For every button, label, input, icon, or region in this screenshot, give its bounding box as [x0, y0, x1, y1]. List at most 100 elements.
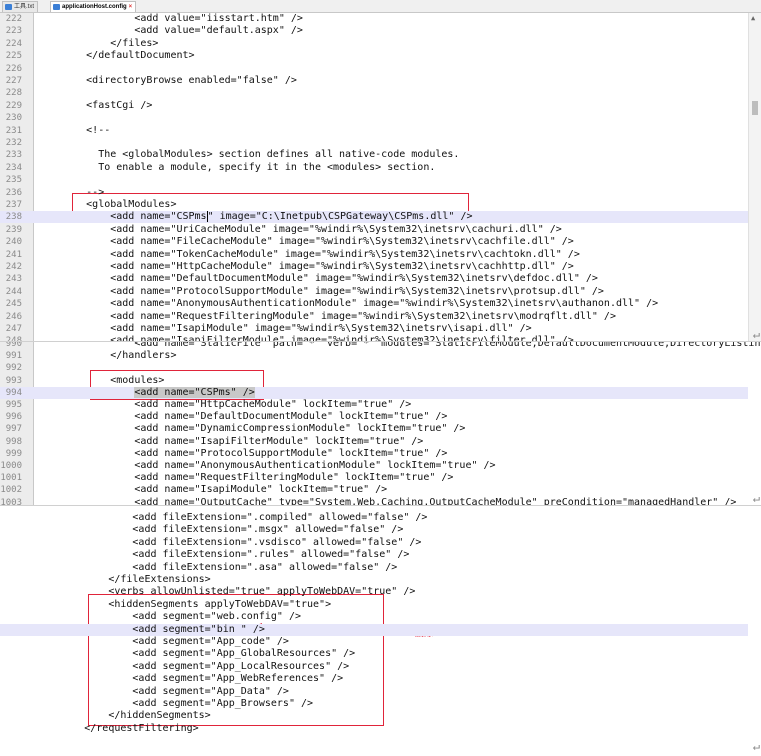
tab-applicationhost-config[interactable]: applicationHost.config ×	[50, 1, 137, 12]
code-line[interactable]: 1002 <add name="IsapiModule" lockItem="t…	[0, 484, 748, 496]
code-line[interactable]: <hiddenSegments applyToWebDAV="true">	[0, 599, 748, 611]
code-text: -->	[38, 186, 105, 198]
line-number: 1002	[0, 485, 22, 496]
code-line[interactable]: 995 <add name="HttpCacheModule" lockItem…	[0, 399, 748, 411]
code-line[interactable]: <add fileExtension=".asa" allowed="false…	[0, 562, 748, 574]
code-line[interactable]: <add segment="App_GlobalResources" />	[0, 648, 748, 660]
tab-tools-txt[interactable]: 工具.txt	[2, 1, 39, 12]
code-line[interactable]: 991 </handlers>	[0, 350, 748, 362]
code-line[interactable]: <add segment="bin " />	[0, 623, 748, 636]
code-line[interactable]: 223 <add value="default.aspx" />	[0, 25, 748, 37]
code-text: <hiddenSegments applyToWebDAV="true">	[12, 598, 332, 610]
code-line[interactable]: 226	[0, 63, 748, 75]
code-line[interactable]: 999 <add name="ProtocolSupportModule" lo…	[0, 448, 748, 460]
line-number: 236	[5, 187, 22, 198]
code-text: <add name="ProtocolSupportModule" image=…	[38, 285, 604, 297]
code-line[interactable]: 235	[0, 174, 748, 186]
code-line[interactable]: 993 <modules>	[0, 375, 748, 387]
code-line[interactable]: 227 <directoryBrowse enabled="false" />	[0, 75, 748, 87]
code-line[interactable]: 1003 <add name="OutputCache" type="Syste…	[0, 497, 748, 505]
code-line[interactable]: 241 <add name="TokenCacheModule" image="…	[0, 249, 748, 261]
code-text: <modules>	[38, 374, 165, 386]
code-line[interactable]: 245 <add name="AnonymousAuthenticationMo…	[0, 298, 748, 310]
code-text: <fastCgi />	[38, 99, 153, 111]
code-line[interactable]: <add segment="App_Data" />	[0, 686, 748, 698]
code-line[interactable]: 994 <add name="CSPms" />	[0, 386, 748, 399]
line-number: 237	[5, 200, 22, 210]
code-line[interactable]: 224 </files>	[0, 38, 748, 50]
code-line[interactable]: <verbs allowUnlisted="true" applyToWebDA…	[0, 586, 748, 598]
code-line[interactable]: 229 <fastCgi />	[0, 100, 748, 112]
code-line[interactable]: 997 <add name="DynamicCompressionModule"…	[0, 423, 748, 435]
code-text: </fileExtensions>	[12, 574, 211, 585]
code-line[interactable]: 247 <add name="IsapiModule" image="%wind…	[0, 323, 748, 335]
code-line[interactable]: 228	[0, 87, 748, 99]
line-number: 247	[5, 324, 22, 334]
code-text: To enable a module, specify it in the <m…	[38, 161, 436, 173]
code-line[interactable]: 243 <add name="DefaultDocumentModule" im…	[0, 273, 748, 285]
code-line[interactable]: <add fileExtension=".msgx" allowed="fals…	[0, 524, 748, 536]
code-line[interactable]: 238 <add name="CSPms" image="C:\Inetpub\…	[0, 211, 748, 224]
code-line[interactable]: 233 The <globalModules> section defines …	[0, 149, 748, 161]
code-line[interactable]: 246 <add name="RequestFilteringModule" i…	[0, 311, 748, 323]
code-text: <add segment="App_LocalResources" />	[12, 660, 350, 672]
code-line[interactable]: 222 <add value="iisstart.htm" />	[0, 13, 748, 25]
code-line[interactable]: 992	[0, 362, 748, 374]
line-number: 235	[5, 175, 22, 186]
code-text: The <globalModules> section defines all …	[38, 149, 460, 161]
code-line[interactable]: </hiddenSegments>	[0, 710, 748, 722]
code-text-before	[38, 387, 134, 398]
code-line[interactable]: <add fileExtension=".compiled" allowed="…	[0, 512, 748, 524]
code-line[interactable]: 990 <add name="StaticFile" path="*" verb…	[0, 342, 761, 350]
code-line[interactable]: <add segment="App_WebReferences" />	[0, 673, 748, 685]
scrollbar-thumb[interactable]	[752, 101, 758, 115]
code-line[interactable]: 232	[0, 137, 748, 149]
code-line[interactable]: </requestFiltering>	[0, 723, 748, 735]
line-number: 223	[5, 26, 22, 37]
code-line[interactable]: 1001 <add name="RequestFilteringModule" …	[0, 472, 748, 484]
code-line[interactable]: <add segment="App_code" />	[0, 636, 748, 648]
code-line[interactable]: 225 </defaultDocument>	[0, 50, 748, 62]
code-line[interactable]: <add segment="web.config" />	[0, 611, 748, 623]
code-line[interactable]: 231 <!--	[0, 125, 748, 137]
code-line[interactable]: 234 To enable a module, specify it in th…	[0, 162, 748, 174]
line-number: 245	[5, 299, 22, 310]
code-text: <add name="RequestFilteringModule" lockI…	[38, 472, 454, 484]
code-line[interactable]: 242 <add name="HttpCacheModule" image="%…	[0, 261, 748, 273]
line-number: 238	[5, 212, 22, 223]
code-text: <add value="iisstart.htm" />	[38, 13, 303, 24]
code-line[interactable]: 1000 <add name="AnonymousAuthenticationM…	[0, 460, 748, 472]
code-line[interactable]: <add segment="App_LocalResources" />	[0, 661, 748, 673]
code-text-before: <add name="CSPms	[38, 211, 207, 223]
code-text: <add name="StaticFile" path="*" verb="*"…	[38, 342, 761, 349]
close-icon[interactable]: ×	[129, 4, 133, 10]
code-line[interactable]: 230	[0, 112, 748, 124]
code-text: <add value="default.aspx" />	[38, 25, 303, 37]
code-line[interactable]: 244 <add name="ProtocolSupportModule" im…	[0, 286, 748, 298]
line-number: 246	[5, 311, 22, 322]
code-text: <add fileExtension=".asa" allowed="false…	[12, 561, 398, 573]
code-text: </defaultDocument>	[38, 50, 195, 62]
scroll-up-icon[interactable]: ▲	[751, 14, 755, 22]
code-line[interactable]: 996 <add name="DefaultDocumentModule" lo…	[0, 411, 748, 423]
code-text: <add name="IsapiFilterModule" lockItem="…	[38, 435, 424, 447]
code-line[interactable]: 237 <globalModules>	[0, 199, 748, 211]
vertical-scrollbar[interactable]: ▲	[748, 13, 761, 341]
code-text: <add name="IsapiModule" lockItem="true" …	[38, 484, 388, 496]
code-line[interactable]: <add fileExtension=".rules" allowed="fal…	[0, 549, 748, 561]
code-line[interactable]: 240 <add name="FileCacheModule" image="%…	[0, 236, 748, 248]
line-number: 1003	[0, 497, 22, 505]
code-text: <verbs allowUnlisted="true" applyToWebDA…	[12, 586, 416, 598]
code-line[interactable]: 998 <add name="IsapiFilterModule" lockIt…	[0, 436, 748, 448]
code-text: <add segment="App_GlobalResources" />	[12, 648, 356, 660]
line-number: 244	[5, 286, 22, 297]
code-line[interactable]: 239 <add name="UriCacheModule" image="%w…	[0, 224, 748, 236]
code-line[interactable]: 236 -->	[0, 187, 748, 199]
code-line[interactable]: <add fileExtension=".vsdisco" allowed="f…	[0, 537, 748, 549]
code-text: <add segment="App_Data" />	[12, 685, 289, 697]
code-line[interactable]: <add segment="App_Browsers" />	[0, 698, 748, 710]
editor-panel-globalmodules: ▲ 222 <add value="iisstart.htm" /> 223 <a…	[0, 13, 761, 341]
line-number: 234	[5, 162, 22, 173]
code-text: <add segment="App_code" />	[12, 636, 289, 647]
code-line[interactable]: </fileExtensions>	[0, 574, 748, 586]
